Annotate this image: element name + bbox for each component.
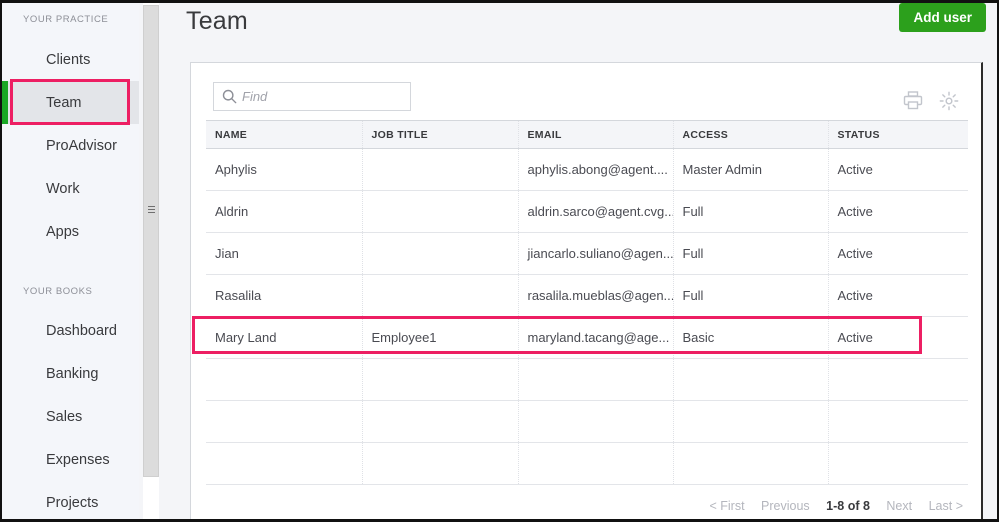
pagination-previous[interactable]: Previous bbox=[761, 499, 810, 513]
table-row[interactable]: Aldrin aldrin.sarco@agent.cvg... Full Ac… bbox=[206, 190, 968, 233]
sidebar-item-label: Team bbox=[46, 94, 82, 111]
sidebar-item-label: Clients bbox=[46, 51, 91, 68]
table-row[interactable]: Mary Land Employee1 maryland.tacang@age.… bbox=[206, 316, 968, 359]
sidebar-item-work[interactable]: Work bbox=[2, 167, 139, 210]
cell-email: jiancarlo.suliano@agen... bbox=[517, 232, 673, 275]
cell-name: Aphylis bbox=[206, 148, 362, 191]
cell-status: Active bbox=[827, 274, 968, 317]
cell-job-title bbox=[361, 190, 518, 233]
cell-email: maryland.tacang@age... bbox=[517, 316, 673, 359]
sidebar-section-label-your-practice: YOUR PRACTICE bbox=[23, 14, 109, 25]
table-header-row: NAME JOB TITLE EMAIL ACCESS STATUS bbox=[206, 120, 968, 149]
sidebar-item-label: Sales bbox=[46, 408, 83, 425]
cell-status: Active bbox=[827, 232, 968, 275]
add-user-button[interactable]: Add user bbox=[899, 3, 986, 32]
table-filler-row bbox=[206, 442, 968, 485]
app-window: YOUR PRACTICE Clients Team ProAdvisor Wo… bbox=[0, 0, 999, 522]
column-header-job-title[interactable]: JOB TITLE bbox=[361, 120, 518, 149]
cell-job-title bbox=[361, 232, 518, 275]
cell-job-title bbox=[361, 148, 518, 191]
sidebar-item-banking[interactable]: Banking bbox=[2, 352, 139, 395]
cell-access: Full bbox=[672, 274, 828, 317]
column-header-access[interactable]: ACCESS bbox=[672, 120, 828, 149]
column-header-email[interactable]: EMAIL bbox=[517, 120, 673, 149]
column-header-name[interactable]: NAME bbox=[206, 120, 362, 149]
team-table: NAME JOB TITLE EMAIL ACCESS STATUS Aphyl… bbox=[206, 120, 968, 485]
sidebar-group-your-practice: Clients Team ProAdvisor Work Apps bbox=[2, 38, 139, 253]
sidebar-item-label: Apps bbox=[46, 223, 80, 240]
cell-name: Jian bbox=[206, 232, 362, 275]
team-table-card: NAME JOB TITLE EMAIL ACCESS STATUS Aphyl… bbox=[190, 62, 983, 519]
gear-icon[interactable] bbox=[939, 91, 959, 111]
table-filler-row bbox=[206, 358, 968, 401]
sidebar: YOUR PRACTICE Clients Team ProAdvisor Wo… bbox=[2, 3, 139, 519]
cell-email: aphylis.abong@agent.... bbox=[517, 148, 673, 191]
scrollbar-grip-icon bbox=[148, 206, 155, 215]
column-header-status[interactable]: STATUS bbox=[827, 120, 968, 149]
search-icon bbox=[222, 89, 237, 104]
pagination-first[interactable]: < First bbox=[709, 499, 744, 513]
pagination-next[interactable]: Next bbox=[886, 499, 912, 513]
page-title: Team bbox=[186, 7, 248, 35]
sidebar-item-apps[interactable]: Apps bbox=[2, 210, 139, 253]
cell-access: Full bbox=[672, 232, 828, 275]
cell-status: Active bbox=[827, 316, 968, 359]
table-row[interactable]: Rasalila rasalila.mueblas@agen... Full A… bbox=[206, 274, 968, 317]
sidebar-group-your-books: Dashboard Banking Sales Expenses Project… bbox=[2, 309, 139, 519]
sidebar-item-label: Work bbox=[46, 180, 80, 197]
sidebar-section-label-your-books: YOUR BOOKS bbox=[23, 286, 93, 297]
search-box[interactable] bbox=[213, 82, 411, 111]
sidebar-item-label: ProAdvisor bbox=[46, 137, 117, 154]
printer-icon[interactable] bbox=[903, 91, 923, 110]
table-filler-row bbox=[206, 400, 968, 443]
cell-access: Full bbox=[672, 190, 828, 233]
search-input[interactable] bbox=[242, 89, 392, 104]
cell-access: Basic bbox=[672, 316, 828, 359]
sidebar-item-projects[interactable]: Projects bbox=[2, 481, 139, 519]
sidebar-item-team[interactable]: Team bbox=[2, 81, 139, 124]
main-content: Team Add user Find NAME JOB TITLE EMAIL … bbox=[159, 3, 997, 519]
sidebar-item-label: Projects bbox=[46, 494, 99, 511]
cell-email: rasalila.mueblas@agen... bbox=[517, 274, 673, 317]
cell-name: Rasalila bbox=[206, 274, 362, 317]
sidebar-item-dashboard[interactable]: Dashboard bbox=[2, 309, 139, 352]
pagination-last[interactable]: Last > bbox=[929, 499, 963, 513]
sidebar-scrollbar-thumb[interactable] bbox=[143, 5, 159, 477]
sidebar-item-sales[interactable]: Sales bbox=[2, 395, 139, 438]
cell-status: Active bbox=[827, 148, 968, 191]
cell-name: Aldrin bbox=[206, 190, 362, 233]
sidebar-item-expenses[interactable]: Expenses bbox=[2, 438, 139, 481]
sidebar-item-label: Banking bbox=[46, 365, 99, 382]
sidebar-item-label: Expenses bbox=[46, 451, 110, 468]
table-row[interactable]: Jian jiancarlo.suliano@agen... Full Acti… bbox=[206, 232, 968, 275]
sidebar-item-label: Dashboard bbox=[46, 322, 117, 339]
cell-status: Active bbox=[827, 190, 968, 233]
cell-job-title bbox=[361, 274, 518, 317]
cell-name: Mary Land bbox=[206, 316, 362, 359]
pagination: < First Previous 1-8 of 8 Next Last > bbox=[696, 499, 963, 513]
cell-email: aldrin.sarco@agent.cvg... bbox=[517, 190, 673, 233]
cell-access: Master Admin bbox=[672, 148, 828, 191]
sidebar-item-proadvisor[interactable]: ProAdvisor bbox=[2, 124, 139, 167]
sidebar-item-clients[interactable]: Clients bbox=[2, 38, 139, 81]
cell-job-title: Employee1 bbox=[361, 316, 518, 359]
table-row[interactable]: Aphylis aphylis.abong@agent.... Master A… bbox=[206, 148, 968, 191]
pagination-range: 1-8 of 8 bbox=[826, 499, 870, 513]
